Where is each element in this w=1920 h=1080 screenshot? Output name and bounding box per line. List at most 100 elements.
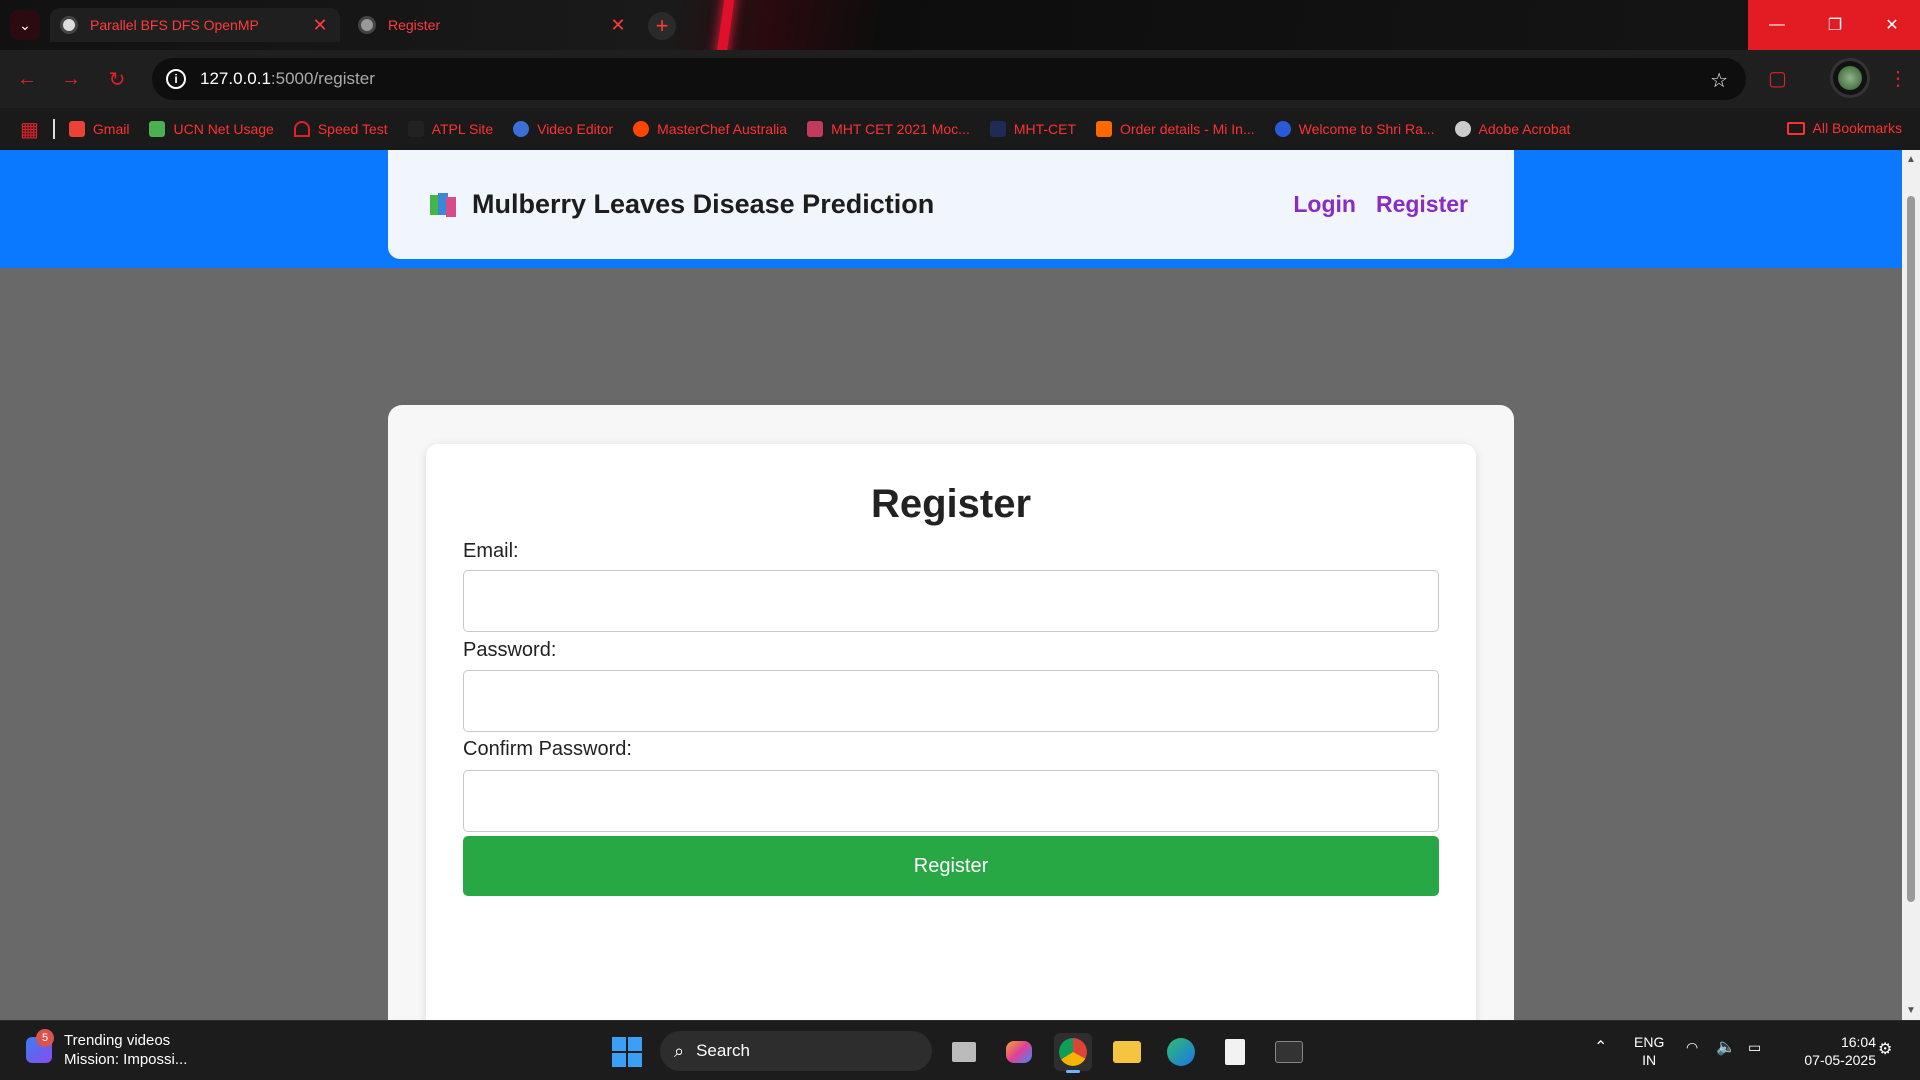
- email-field[interactable]: [463, 570, 1439, 632]
- tab-title: Parallel BFS DFS OpenMP: [90, 17, 259, 33]
- battery-icon[interactable]: ▭: [1748, 1039, 1761, 1056]
- extensions-icon[interactable]: ▢: [1768, 66, 1787, 91]
- profile-avatar[interactable]: [1830, 58, 1870, 98]
- notepad-icon[interactable]: [1216, 1033, 1254, 1071]
- url-path: :5000/register: [270, 69, 375, 88]
- tab-title: Register: [388, 17, 441, 33]
- reload-button[interactable]: ↻: [102, 64, 132, 94]
- close-window-button[interactable]: ✕: [1864, 0, 1920, 50]
- close-icon[interactable]: ✕: [608, 15, 628, 36]
- register-form: Register Email: Password: Confirm Passwo…: [426, 444, 1476, 1020]
- widget-video-icon: 5: [26, 1029, 54, 1063]
- chevron-up-icon[interactable]: ⌃: [1594, 1037, 1607, 1057]
- bookmark-mi-order[interactable]: Order details - Mi In...: [1096, 121, 1255, 137]
- minimize-icon: —: [1769, 16, 1785, 33]
- chrome-icon[interactable]: [1054, 1033, 1092, 1073]
- bookmark-star-icon[interactable]: ☆: [1710, 68, 1728, 93]
- confirm-password-field[interactable]: [463, 770, 1439, 832]
- video-editor-icon: [513, 121, 530, 137]
- bookmark-atpl-site[interactable]: ATPL Site: [407, 121, 493, 137]
- tab-search-button[interactable]: ⌄: [10, 10, 40, 40]
- bookmark-label: MHT CET 2021 Moc...: [831, 121, 970, 137]
- bookmark-video-editor[interactable]: Video Editor: [513, 121, 613, 137]
- bookmark-shri-ra[interactable]: Welcome to Shri Ra...: [1274, 121, 1435, 137]
- restore-icon: ❐: [1827, 17, 1843, 34]
- page-viewport: Mulberry Leaves Disease Prediction Login…: [0, 150, 1902, 1020]
- tab-register[interactable]: Register ✕: [348, 8, 638, 42]
- apps-grid-icon[interactable]: ▦: [20, 117, 39, 142]
- arrow-left-icon: ←: [17, 67, 37, 90]
- reddit-icon: [633, 121, 650, 137]
- bookmark-label: MHT-CET: [1013, 121, 1077, 137]
- bookmark-label: Video Editor: [537, 121, 614, 137]
- bookmark-mht-cet[interactable]: MHT-CET: [989, 121, 1077, 137]
- copilot-icon[interactable]: [1000, 1033, 1038, 1071]
- search-label: Search: [696, 1041, 750, 1060]
- ucn-icon: [149, 121, 166, 137]
- gmail-icon: [68, 121, 85, 137]
- chatgpt-icon: [60, 16, 78, 34]
- wallpaper-streak: [714, 0, 736, 50]
- widgets-button[interactable]: 5 Trending videos Mission: Impossi...: [26, 1029, 188, 1069]
- bookmark-label: Adobe Acrobat: [1478, 121, 1571, 137]
- arrow-right-icon: →: [61, 67, 81, 90]
- speedometer-icon: [293, 121, 310, 137]
- new-tab-button[interactable]: +: [648, 12, 676, 40]
- widget-subtitle: Mission: Impossi...: [64, 1051, 188, 1068]
- clock-time: 16:04: [1840, 1034, 1876, 1050]
- password-field[interactable]: [463, 670, 1439, 732]
- site-info-icon[interactable]: i: [166, 69, 186, 89]
- back-button[interactable]: ←: [12, 64, 42, 94]
- windows-start-icon[interactable]: [612, 1037, 642, 1067]
- clock-date: 07-05-2025: [1804, 1052, 1876, 1068]
- tab-parallel-bfs[interactable]: Parallel BFS DFS OpenMP ✕: [50, 8, 340, 42]
- nav-login-link[interactable]: Login: [1293, 191, 1356, 218]
- mi-icon: [1096, 121, 1113, 137]
- region-code: IN: [1642, 1052, 1657, 1068]
- taskbar-search[interactable]: ⌕ Search: [660, 1031, 932, 1071]
- edge-icon[interactable]: [1162, 1033, 1200, 1071]
- atpl-icon: [407, 121, 424, 137]
- folder-icon: [1786, 121, 1805, 135]
- page-scrollbar[interactable]: ▲ ▼: [1902, 150, 1920, 1020]
- minimize-button[interactable]: —: [1748, 0, 1806, 50]
- bookmark-label: Gmail: [92, 121, 130, 137]
- site-title: Mulberry Leaves Disease Prediction: [472, 189, 935, 219]
- bookmarks-divider: [52, 119, 55, 139]
- bookmark-adobe-acrobat[interactable]: Adobe Acrobat: [1454, 121, 1571, 137]
- bookmarks-bar: ▦ Gmail UCN Net Usage Speed Test ATPL Si…: [0, 108, 1920, 150]
- avatar-image: [1838, 66, 1862, 90]
- bookmark-gmail[interactable]: Gmail: [68, 121, 130, 137]
- restore-button[interactable]: ❐: [1806, 0, 1864, 50]
- forward-button[interactable]: →: [56, 64, 86, 94]
- confirm-password-label: Confirm Password:: [463, 738, 632, 760]
- volume-icon[interactable]: 🔈: [1716, 1037, 1736, 1057]
- language-indicator[interactable]: ENG IN: [1634, 1033, 1664, 1069]
- system-clock[interactable]: 16:04 07-05-2025: [1786, 1033, 1876, 1069]
- email-label: Email:: [463, 540, 519, 562]
- all-bookmarks-label: All Bookmarks: [1812, 120, 1902, 136]
- bookmark-masterchef[interactable]: MasterChef Australia: [633, 121, 787, 137]
- notifications-icon[interactable]: ⚙: [1878, 1039, 1892, 1059]
- address-bar[interactable]: i 127.0.0.1:5000/register ☆: [152, 58, 1746, 100]
- more-menu-icon[interactable]: ⋮: [1888, 66, 1908, 91]
- scrollbar-thumb[interactable]: [1907, 196, 1915, 902]
- bookmark-ucn-net-usage[interactable]: UCN Net Usage: [149, 121, 274, 137]
- bookmark-mht-cet-mock[interactable]: MHT CET 2021 Moc...: [807, 121, 970, 137]
- nav-register-link[interactable]: Register: [1376, 191, 1468, 218]
- bookmark-label: Welcome to Shri Ra...: [1298, 121, 1435, 137]
- language-code: ENG: [1634, 1034, 1665, 1050]
- file-explorer-icon[interactable]: [1108, 1033, 1146, 1071]
- wifi-icon[interactable]: ◠: [1686, 1039, 1698, 1056]
- bookmark-speed-test[interactable]: Speed Test: [293, 121, 388, 137]
- task-view-icon[interactable]: [945, 1033, 983, 1071]
- bookmark-label: Order details - Mi In...: [1120, 121, 1255, 137]
- url-host: 127.0.0.1: [200, 69, 271, 88]
- close-icon[interactable]: ✕: [310, 15, 330, 36]
- register-button[interactable]: Register: [463, 836, 1439, 896]
- all-bookmarks-button[interactable]: All Bookmarks: [1786, 120, 1902, 136]
- form-title: Register: [870, 482, 1032, 526]
- scroll-down-icon[interactable]: ▼: [1906, 1005, 1916, 1016]
- scroll-up-icon[interactable]: ▲: [1906, 154, 1916, 165]
- terminal-icon[interactable]: [1270, 1033, 1308, 1071]
